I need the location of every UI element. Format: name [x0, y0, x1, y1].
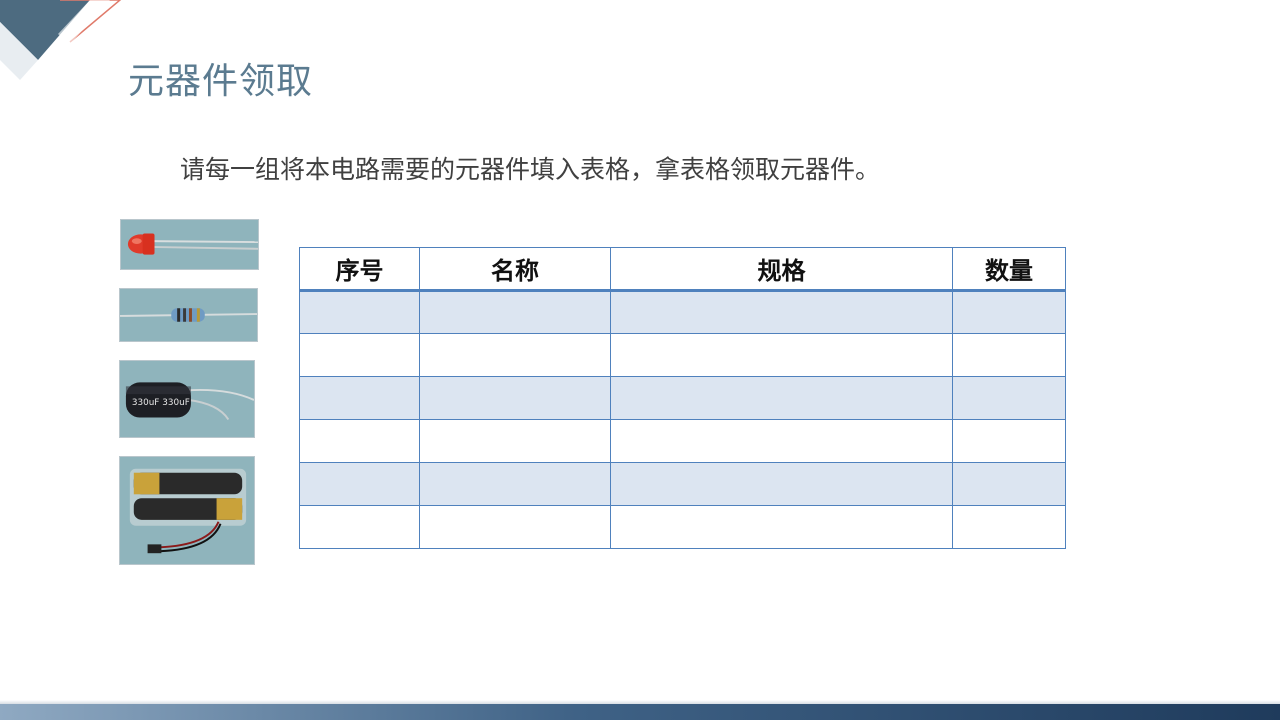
- table-cell[interactable]: [299, 333, 420, 377]
- table-cell[interactable]: [299, 290, 420, 334]
- table-cell[interactable]: [952, 333, 1066, 377]
- table-row: [299, 419, 1066, 463]
- table-cell[interactable]: [610, 462, 953, 506]
- table-cell[interactable]: [952, 376, 1066, 420]
- column-header-quantity: 数量: [952, 247, 1066, 292]
- battery-holder-photo: [119, 456, 255, 565]
- table-cell[interactable]: [610, 505, 953, 549]
- table-cell[interactable]: [299, 376, 420, 420]
- table-row: [299, 376, 1066, 420]
- table-cell[interactable]: [419, 290, 611, 334]
- table-cell[interactable]: [419, 419, 611, 463]
- table-cell[interactable]: [610, 333, 953, 377]
- table-cell[interactable]: [610, 419, 953, 463]
- resistor-photo: [119, 288, 258, 342]
- capacitor-label: 330uF 330uF: [132, 398, 190, 408]
- table-cell[interactable]: [952, 290, 1066, 334]
- table-cell[interactable]: [610, 376, 953, 420]
- capacitor-photo: 330uF 330uF: [119, 360, 255, 438]
- table-cell[interactable]: [419, 333, 611, 377]
- led-photo: [120, 219, 259, 270]
- table-header-row: 序号 名称 规格 数量: [299, 247, 1066, 292]
- table-row: [299, 333, 1066, 377]
- table-cell[interactable]: [952, 419, 1066, 463]
- table-cell[interactable]: [419, 376, 611, 420]
- table-cell[interactable]: [299, 462, 420, 506]
- column-header-number: 序号: [299, 247, 420, 292]
- table-cell[interactable]: [419, 462, 611, 506]
- instruction-text: 请每一组将本电路需要的元器件填入表格，拿表格领取元器件。: [180, 155, 881, 184]
- table-cell[interactable]: [299, 505, 420, 549]
- column-header-name: 名称: [419, 247, 611, 292]
- table-cell[interactable]: [419, 505, 611, 549]
- footer-bar: [0, 704, 1280, 720]
- table-row: [299, 462, 1066, 506]
- table-cell[interactable]: [952, 505, 1066, 549]
- table-row: [299, 290, 1066, 334]
- table-cell[interactable]: [952, 462, 1066, 506]
- table-cell[interactable]: [299, 419, 420, 463]
- column-header-spec: 规格: [610, 247, 953, 292]
- page-title: 元器件领取: [128, 61, 314, 102]
- corner-decoration: [0, 0, 122, 80]
- component-table: 序号 名称 规格 数量: [299, 247, 1066, 549]
- table-row: [299, 505, 1066, 549]
- table-cell[interactable]: [610, 290, 953, 334]
